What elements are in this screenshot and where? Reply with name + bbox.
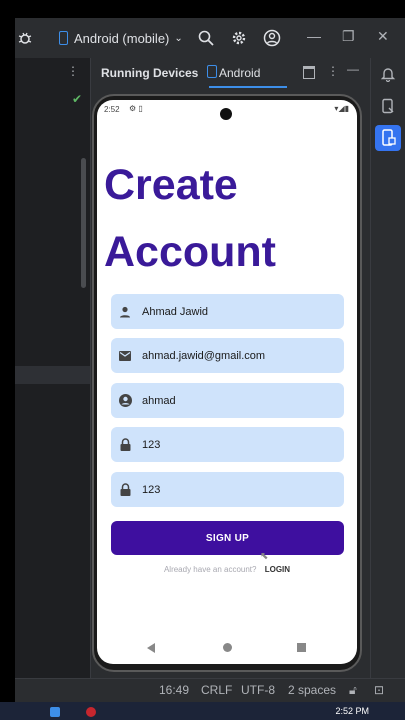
username-field-value: ahmad	[142, 394, 176, 407]
os-taskbar: 2:52 PM	[0, 702, 405, 720]
email-field[interactable]: ahmad.jawid@gmail.com	[111, 338, 344, 373]
camera-cutout	[220, 108, 232, 120]
password-field[interactable]: 123	[111, 427, 344, 462]
layout-icon[interactable]	[303, 66, 315, 79]
lock-icon	[118, 483, 132, 497]
panel-title: Running Devices	[101, 66, 199, 80]
status-notification-icon: ⚙ ▯	[129, 104, 143, 113]
check-icon: ✔	[72, 92, 83, 106]
more-options-icon[interactable]: ⋮	[67, 64, 79, 78]
device-selector[interactable]: Android (mobile) ⌄	[59, 28, 183, 48]
tab-underline	[209, 86, 287, 88]
taskbar-app-icon[interactable]	[50, 707, 60, 717]
back-icon[interactable]	[147, 643, 155, 653]
scrollbar[interactable]	[81, 158, 86, 288]
phone-icon	[59, 31, 68, 45]
selected-row	[15, 366, 90, 384]
tab-android[interactable]: Android	[219, 66, 260, 80]
email-icon	[118, 349, 132, 363]
notifications-icon[interactable]	[380, 66, 396, 87]
login-link[interactable]: LOGIN	[265, 565, 290, 574]
running-devices-header: Running Devices Android ⋮ —	[91, 58, 371, 88]
phone-status-time: 2:52	[104, 105, 120, 114]
account-icon[interactable]	[262, 28, 282, 48]
search-icon[interactable]	[196, 28, 216, 48]
indent-setting[interactable]: 2 spaces	[288, 683, 336, 697]
bug-icon[interactable]	[15, 28, 35, 48]
minimize-panel-icon[interactable]: —	[347, 62, 359, 76]
recents-icon[interactable]	[297, 643, 306, 652]
gear-icon[interactable]	[229, 28, 249, 48]
device-manager-icon[interactable]	[380, 98, 396, 119]
title-bar: Android (mobile) ⌄ — ❐ ✕	[15, 18, 405, 58]
phone-screen: 2:52 ⚙ ▯ ▾◢▮ Create Account Ahmad Jawid …	[97, 100, 357, 664]
more-options-icon[interactable]: ⋮	[327, 64, 339, 78]
home-icon[interactable]	[223, 643, 232, 652]
name-field[interactable]: Ahmad Jawid	[111, 294, 344, 329]
minimize-button[interactable]: —	[307, 28, 321, 44]
confirm-password-field[interactable]: 123	[111, 472, 344, 507]
login-prompt: Already have an account?	[163, 565, 257, 574]
email-field-value: ahmad.jawid@gmail.com	[142, 349, 266, 362]
chevron-down-icon: ⌄	[174, 32, 183, 44]
status-bar: 16:49 CRLF UTF-8 2 spaces 🔓︎ ⊡	[15, 678, 405, 702]
username-field[interactable]: ahmad	[111, 383, 344, 418]
taskbar-clock: 2:52 PM	[335, 706, 369, 716]
taskbar-app-icon[interactable]	[86, 707, 96, 717]
password-field-value: 123	[142, 438, 161, 451]
lock-icon[interactable]: 🔓︎	[349, 683, 357, 698]
line-ending[interactable]: CRLF	[201, 683, 232, 697]
account-circle-icon	[118, 394, 132, 408]
cursor-position[interactable]: 16:49	[159, 683, 189, 697]
lock-icon	[118, 438, 132, 452]
file-encoding[interactable]: UTF-8	[241, 683, 275, 697]
project-panel: ⋮ ✔	[15, 58, 90, 678]
close-button[interactable]: ✕	[377, 28, 389, 45]
restore-button[interactable]: ❐	[342, 28, 355, 45]
confirm-password-field-value: 123	[142, 483, 161, 496]
android-icon	[207, 65, 217, 78]
heading-create: Create	[104, 161, 238, 209]
heading-account: Account	[104, 228, 276, 276]
notifications-status-icon[interactable]: ⊡	[374, 683, 384, 697]
right-tool-bar	[370, 58, 405, 678]
name-field-value: Ahmad Jawid	[142, 305, 209, 318]
login-row: Already have an account? LOGIN	[97, 565, 357, 574]
phone-nav-bar	[97, 640, 357, 660]
status-signal-icon: ▾◢▮	[334, 104, 349, 113]
running-devices-icon[interactable]	[375, 125, 401, 151]
signup-button[interactable]: SIGN UP	[111, 521, 344, 555]
person-icon	[118, 305, 132, 319]
mouse-cursor-icon: ⬉	[260, 551, 269, 562]
device-selector-label: Android (mobile)	[74, 30, 170, 46]
